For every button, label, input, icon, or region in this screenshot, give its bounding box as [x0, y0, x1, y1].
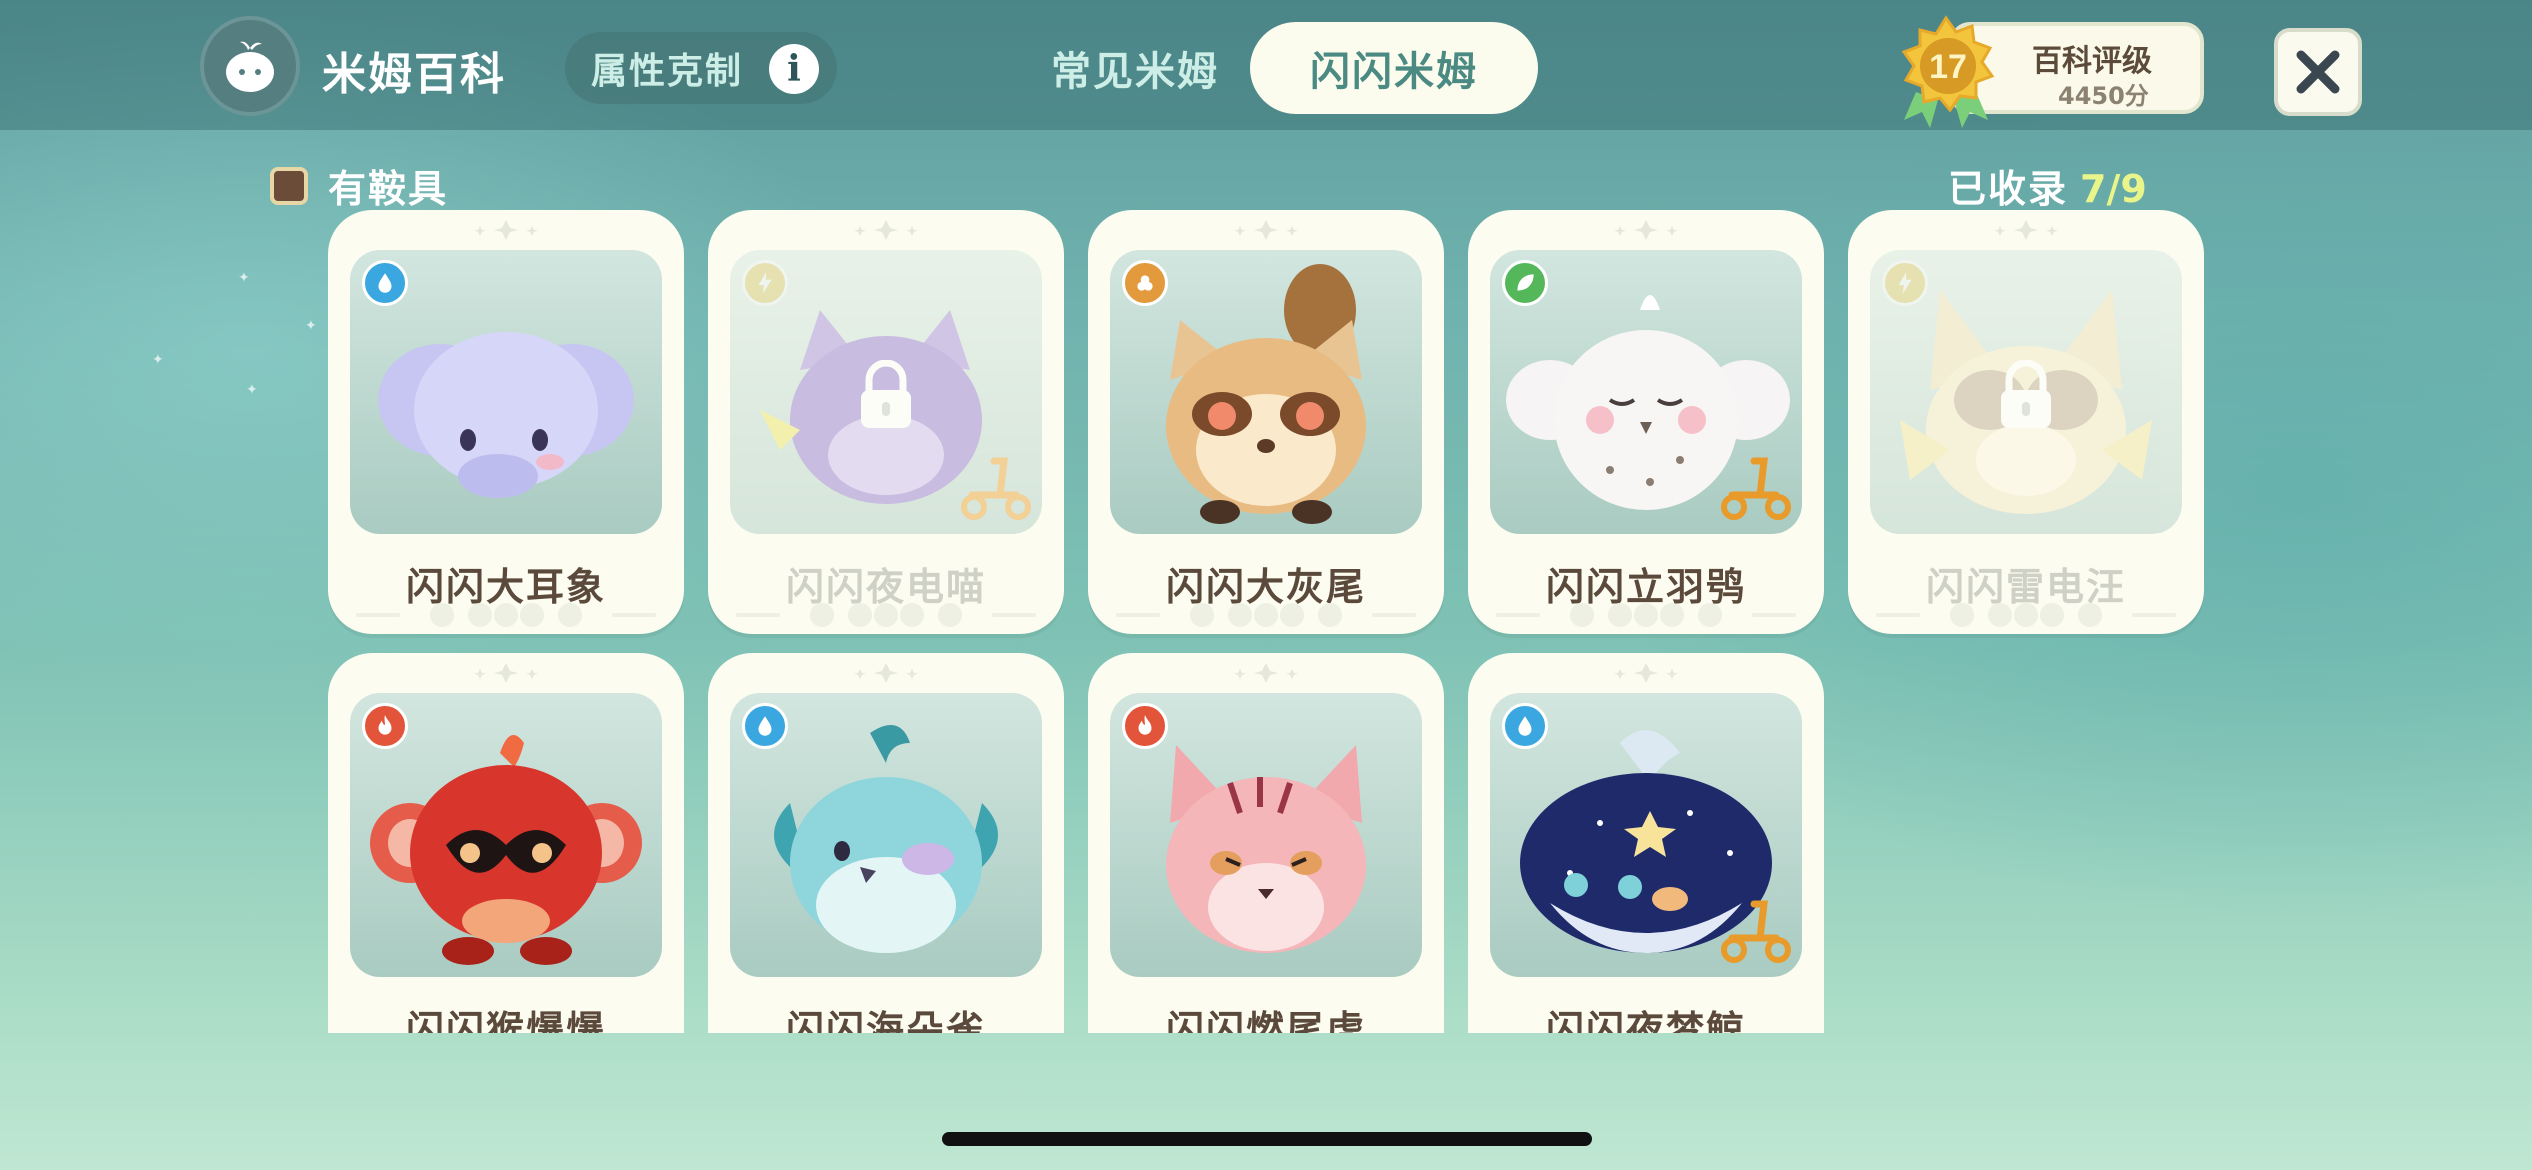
rating-score: 4450分 — [2058, 82, 2149, 110]
lightning-icon — [742, 260, 788, 306]
rating-title: 百科评级 — [2032, 44, 2152, 79]
type-advantage-button[interactable]: 属性克制 i — [565, 32, 837, 104]
mimu-card[interactable]: 闪闪夜梦鲸 — [1468, 653, 1824, 1033]
scooter-icon — [1721, 457, 1791, 520]
water-drop-icon — [1502, 703, 1548, 749]
mimu-card-grid: 闪闪大耳象 闪闪夜电喵 闪闪大灰尾 闪闪立羽鸮 闪闪雷电汪 闪闪猴爆爆 闪闪海朵… — [300, 205, 2240, 1033]
lightning-icon — [1882, 260, 1928, 306]
scooter-icon — [1721, 900, 1791, 963]
mimu-name: 闪闪猴爆爆 — [405, 1008, 606, 1033]
mimu-card[interactable]: 闪闪燃尾虎 — [1088, 653, 1444, 1033]
saddle-checkbox[interactable] — [270, 166, 308, 205]
sparkle-decor-icon — [1234, 663, 1298, 683]
water-drop-icon — [362, 260, 408, 306]
card-border-decor-icon — [1496, 603, 1796, 627]
sparkle-decor-icon — [854, 220, 918, 240]
rating-medal-icon: 17 — [1901, 15, 1995, 128]
mimu-card[interactable]: 闪闪立羽鸮 — [1468, 210, 1824, 634]
lock-icon — [2001, 360, 2051, 428]
flame-icon — [362, 703, 408, 749]
sparkle-decor-icon — [474, 220, 538, 240]
close-button[interactable] — [2274, 28, 2362, 116]
info-icon[interactable]: i — [769, 44, 819, 94]
sparkle-decor-icon — [1994, 220, 2058, 240]
sparkle-decor: ✦ — [152, 352, 164, 368]
tab-shiny-mimu[interactable]: 闪闪米姆 — [1250, 22, 1538, 114]
leaf-icon — [1502, 260, 1548, 306]
sparkle-decor: ✦ — [238, 270, 250, 286]
flame-icon — [1122, 703, 1168, 749]
card-border-decor-icon — [1876, 603, 2176, 627]
sparkle-decor-icon — [474, 663, 538, 683]
mimu-card[interactable]: 闪闪大耳象 — [328, 210, 684, 634]
mimu-card[interactable]: 闪闪猴爆爆 — [328, 653, 684, 1033]
sparkle-decor-icon — [1614, 220, 1678, 240]
sparkle-decor-icon — [1234, 220, 1298, 240]
app-icon — [200, 16, 300, 116]
card-border-decor-icon — [1116, 603, 1416, 627]
mimu-name: 闪闪海朵雀 — [785, 1008, 986, 1033]
mimu-card[interactable]: 闪闪夜电喵 — [708, 210, 1064, 634]
rating-level: 17 — [1929, 48, 1967, 86]
mimu-card[interactable]: 闪闪雷电汪 — [1848, 210, 2204, 634]
close-icon — [2296, 50, 2340, 94]
sparkle-decor-icon — [1614, 663, 1678, 683]
lock-icon — [861, 360, 911, 428]
card-border-decor-icon — [356, 603, 656, 627]
mimu-name: 闪闪夜梦鲸 — [1545, 1008, 1746, 1033]
water-drop-icon — [742, 703, 788, 749]
card-border-decor-icon — [736, 603, 1036, 627]
mimu-card[interactable]: 闪闪大灰尾 — [1088, 210, 1444, 634]
type-advantage-label: 属性克制 — [591, 51, 744, 92]
rock-icon — [1122, 260, 1168, 306]
mimu-name: 闪闪燃尾虎 — [1165, 1008, 1366, 1033]
sparkle-decor-icon — [854, 663, 918, 683]
sparkle-decor: ✦ — [246, 382, 258, 398]
tab-common-mimu[interactable]: 常见米姆 — [1040, 22, 1230, 114]
mimu-card[interactable]: 闪闪海朵雀 — [708, 653, 1064, 1033]
home-indicator — [942, 1132, 1592, 1146]
mimu-logo-icon — [226, 41, 274, 92]
scooter-icon — [961, 457, 1031, 520]
page-title: 米姆百科 — [322, 49, 506, 100]
